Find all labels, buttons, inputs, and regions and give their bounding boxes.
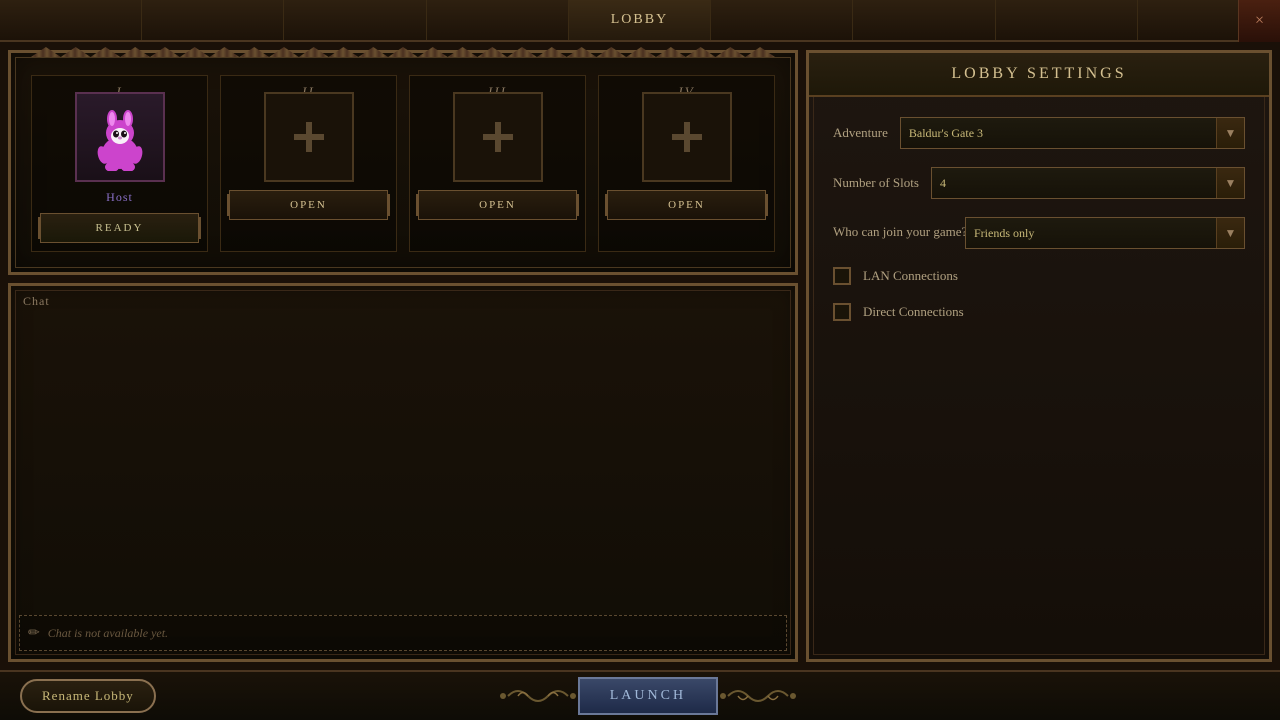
slots-value: 4 xyxy=(940,176,978,191)
slot-avatar-3 xyxy=(453,92,543,182)
pencil-icon: ✏ xyxy=(28,625,40,642)
lobby-settings-panel: Lobby Settings Adventure Baldur's Gate 3… xyxy=(806,50,1272,662)
slot-avatar-2 xyxy=(264,92,354,182)
join-row: Who can join your game? Friends only ▼ xyxy=(833,217,1245,249)
lan-label: LAN Connections xyxy=(863,268,958,284)
lan-row: LAN Connections xyxy=(833,267,1245,285)
player-slot-3: III OPEN xyxy=(409,75,586,252)
slots-select[interactable]: 4 ▼ xyxy=(931,167,1245,199)
add-icon-4 xyxy=(667,117,707,157)
adventure-dropdown-arrow: ▼ xyxy=(1216,118,1244,148)
adventure-select[interactable]: Baldur's Gate 3 ▼ xyxy=(900,117,1245,149)
tab-2[interactable] xyxy=(142,0,284,40)
bottom-bar: Rename Lobby LAUNCH xyxy=(0,670,1280,720)
chat-header: Chat xyxy=(11,286,795,313)
tab-bar: Lobby xyxy=(0,0,1280,40)
left-ornament-icon xyxy=(498,681,578,711)
right-ornament-icon xyxy=(718,681,798,711)
left-panel: I xyxy=(8,50,798,662)
tab-6[interactable] xyxy=(711,0,853,40)
add-player-icon-2 xyxy=(289,117,329,157)
join-value: Friends only xyxy=(974,226,1066,241)
add-icon-2 xyxy=(289,117,329,157)
avatar-inner-1 xyxy=(85,102,155,172)
player-slot-2: II OPEN xyxy=(220,75,397,252)
tab-lobby-label: Lobby xyxy=(611,12,668,28)
join-label: Who can join your game? xyxy=(833,217,953,241)
slots-dropdown-arrow: ▼ xyxy=(1216,168,1244,198)
slot-2-button[interactable]: OPEN xyxy=(229,190,388,220)
player-slot-1: I xyxy=(31,75,208,252)
tab-lobby[interactable]: Lobby xyxy=(569,0,711,40)
direct-row: Direct Connections xyxy=(833,303,1245,321)
launch-button[interactable]: LAUNCH xyxy=(578,677,718,715)
slot-3-button[interactable]: OPEN xyxy=(418,190,577,220)
player-1-label: Host xyxy=(106,190,133,205)
chat-placeholder: Chat is not available yet. xyxy=(48,626,168,641)
tab-3[interactable] xyxy=(284,0,426,40)
direct-label: Direct Connections xyxy=(863,304,964,320)
player-slot-4: IV OPEN xyxy=(598,75,775,252)
rename-lobby-button[interactable]: Rename Lobby xyxy=(20,679,156,713)
direct-checkbox[interactable] xyxy=(833,303,851,321)
tab-4[interactable] xyxy=(427,0,569,40)
settings-title: Lobby Settings xyxy=(951,65,1126,82)
bottom-center: LAUNCH xyxy=(498,677,798,715)
players-grid: I xyxy=(23,65,783,260)
top-bar: Lobby × xyxy=(0,0,1280,42)
add-player-icon-4 xyxy=(667,117,707,157)
slot-1-button[interactable]: READY xyxy=(40,213,199,243)
slot-avatar-1 xyxy=(75,92,165,182)
player-area: I xyxy=(8,50,798,275)
chat-area: Chat ✏ Chat is not available yet. xyxy=(8,283,798,662)
main-content: I xyxy=(0,42,1280,670)
decorative-right xyxy=(718,681,798,711)
slots-row: Number of Slots 4 ▼ xyxy=(833,167,1245,199)
tab-1[interactable] xyxy=(0,0,142,40)
chat-input-area[interactable]: ✏ Chat is not available yet. xyxy=(19,615,787,651)
adventure-row: Adventure Baldur's Gate 3 ▼ xyxy=(833,117,1245,149)
wavy-border-top xyxy=(31,47,775,57)
join-dropdown-arrow: ▼ xyxy=(1216,218,1244,248)
close-button[interactable]: × xyxy=(1238,0,1280,42)
slot-4-button[interactable]: OPEN xyxy=(607,190,766,220)
decorative-left xyxy=(498,681,578,711)
adventure-label: Adventure xyxy=(833,125,888,141)
join-select[interactable]: Friends only ▼ xyxy=(965,217,1245,249)
slot-avatar-4 xyxy=(642,92,732,182)
adventure-value: Baldur's Gate 3 xyxy=(909,126,1015,141)
tab-8[interactable] xyxy=(996,0,1138,40)
add-player-icon-3 xyxy=(478,117,518,157)
tab-7[interactable] xyxy=(853,0,995,40)
add-icon-3 xyxy=(478,117,518,157)
chat-messages xyxy=(11,313,795,607)
settings-body: Adventure Baldur's Gate 3 ▼ Number of Sl… xyxy=(809,97,1269,341)
slots-label: Number of Slots xyxy=(833,175,919,191)
settings-header: Lobby Settings xyxy=(809,53,1269,97)
lan-checkbox[interactable] xyxy=(833,267,851,285)
character-avatar xyxy=(90,103,150,171)
